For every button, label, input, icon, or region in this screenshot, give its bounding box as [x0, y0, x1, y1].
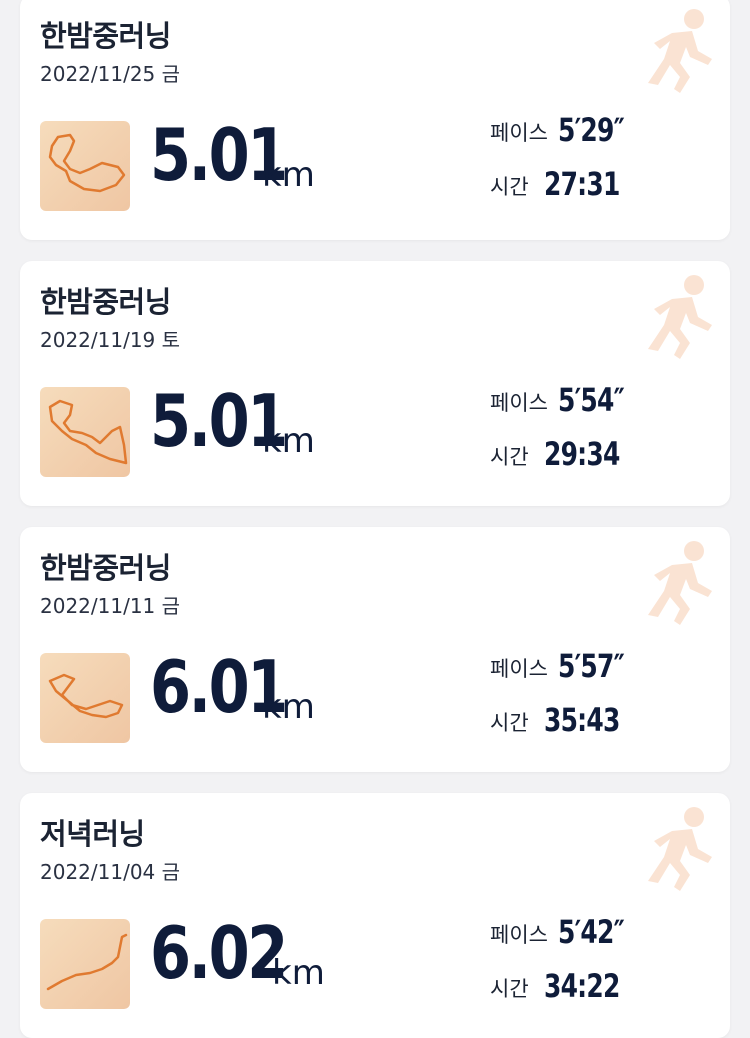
run-card[interactable]: 한밤중러닝 2022/11/19 토 5.01 km 페이스 5′54″ 시간 … [20, 261, 730, 506]
run-card[interactable]: 한밤중러닝 2022/11/11 금 6.01 km 페이스 5′57″ 시간 … [20, 527, 730, 772]
pace-label: 페이스 [490, 657, 548, 681]
time-value: 27:31 [544, 165, 620, 203]
distance-unit: km [262, 155, 315, 195]
pace-label: 페이스 [490, 121, 548, 145]
runner-icon [648, 541, 712, 625]
distance-unit: km [262, 421, 315, 461]
run-title: 저녁러닝 [40, 817, 145, 851]
run-card[interactable]: 저녁러닝 2022/11/04 금 6.02 km 페이스 5′42″ 시간 3… [20, 793, 730, 1038]
run-date: 2022/11/25 금 [40, 62, 181, 86]
pace-label: 페이스 [490, 391, 548, 415]
pace-value: 5′42″ [558, 913, 625, 951]
route-map-icon [40, 919, 130, 1009]
pace-value: 5′57″ [558, 647, 625, 685]
pace-value: 5′54″ [558, 381, 625, 419]
time-label: 시간 [490, 445, 529, 469]
run-date: 2022/11/19 토 [40, 328, 181, 352]
time-value: 34:22 [544, 967, 620, 1005]
run-title: 한밤중러닝 [40, 285, 171, 319]
distance-unit: km [272, 953, 325, 993]
route-map-icon [40, 121, 130, 211]
run-card[interactable]: 한밤중러닝 2022/11/25 금 5.01 km 페이스 5′29″ 시간 … [20, 0, 730, 240]
time-label: 시간 [490, 175, 529, 199]
route-map-icon [40, 387, 130, 477]
pace-value: 5′29″ [558, 111, 625, 149]
run-date: 2022/11/11 금 [40, 594, 181, 618]
pace-label: 페이스 [490, 923, 548, 947]
route-map-icon [40, 653, 130, 743]
time-label: 시간 [490, 977, 529, 1001]
runner-icon [648, 275, 712, 359]
time-value: 35:43 [544, 701, 620, 739]
run-title: 한밤중러닝 [40, 551, 171, 585]
distance-value: 6.02 [150, 911, 288, 995]
run-title: 한밤중러닝 [40, 19, 171, 53]
runner-icon [648, 807, 712, 891]
time-label: 시간 [490, 711, 529, 735]
run-date: 2022/11/04 금 [40, 860, 181, 884]
time-value: 29:34 [544, 435, 620, 473]
distance-unit: km [262, 687, 315, 727]
runner-icon [648, 9, 712, 93]
